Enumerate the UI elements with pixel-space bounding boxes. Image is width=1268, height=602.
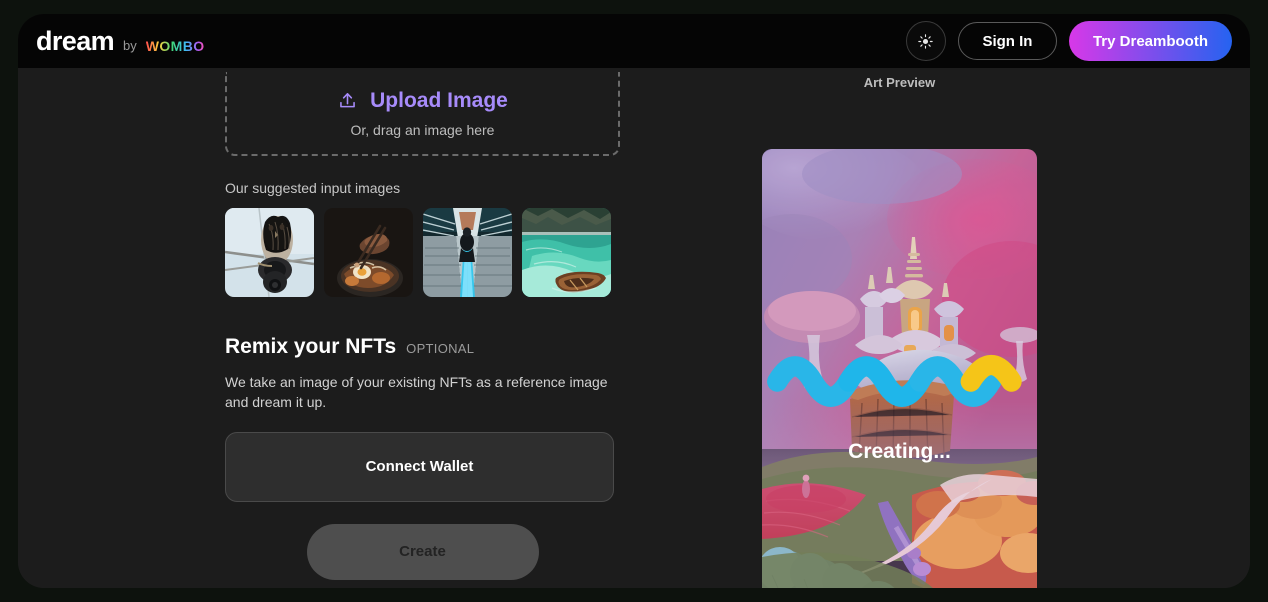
brand-name: dream	[36, 26, 114, 57]
theme-toggle-button[interactable]	[906, 21, 946, 61]
remix-header: Remix your NFTs OPTIONAL	[225, 335, 620, 359]
generated-artwork	[762, 149, 1037, 588]
remix-optional-badge: OPTIONAL	[406, 341, 474, 356]
sun-icon	[917, 33, 934, 50]
sign-in-button[interactable]: Sign In	[958, 22, 1057, 60]
connect-wallet-button[interactable]: Connect Wallet	[225, 432, 614, 502]
top-header: dream by WOMBO	[18, 14, 1250, 68]
app-window: dream by WOMBO	[18, 14, 1250, 588]
art-preview-image[interactable]: Creating...	[762, 149, 1037, 588]
try-dreambooth-button[interactable]: Try Dreambooth	[1069, 21, 1232, 61]
suggestions-thumbnail-row	[225, 208, 620, 297]
brand-by-label: by	[123, 38, 137, 53]
wombo-wordmark: WOMBO	[146, 38, 205, 54]
suggestion-thumb-boat-on-lake[interactable]	[522, 208, 611, 297]
left-panel: Upload Image Or, drag an image here Our …	[18, 68, 740, 588]
upload-subtitle: Or, drag an image here	[351, 122, 495, 138]
upload-title: Upload Image	[370, 89, 508, 113]
boat-on-lake-image	[522, 208, 611, 297]
suggestions-label: Our suggested input images	[225, 180, 620, 196]
remix-description: We take an image of your existing NFTs a…	[225, 372, 615, 413]
header-actions: Sign In Try Dreambooth	[906, 21, 1232, 61]
upload-title-row: Upload Image	[337, 89, 508, 113]
create-button-wrap: Create	[225, 524, 620, 580]
food-chopsticks-image	[324, 208, 413, 297]
main-content: Upload Image Or, drag an image here Our …	[18, 68, 1250, 588]
suggestion-thumb-owl-on-wire[interactable]	[225, 208, 314, 297]
suggestion-thumb-escalator[interactable]	[423, 208, 512, 297]
escalator-image	[423, 208, 512, 297]
owl-on-wire-image	[225, 208, 314, 297]
create-button[interactable]: Create	[307, 524, 539, 580]
upload-dropzone[interactable]: Upload Image Or, drag an image here	[225, 72, 620, 156]
upload-icon	[337, 90, 358, 111]
suggestion-thumb-food-chopsticks[interactable]	[324, 208, 413, 297]
remix-title: Remix your NFTs	[225, 335, 396, 359]
brand-logo[interactable]: dream by WOMBO	[36, 26, 205, 57]
right-panel: Art Preview	[740, 68, 1250, 588]
art-preview-title: Art Preview	[762, 75, 1037, 90]
